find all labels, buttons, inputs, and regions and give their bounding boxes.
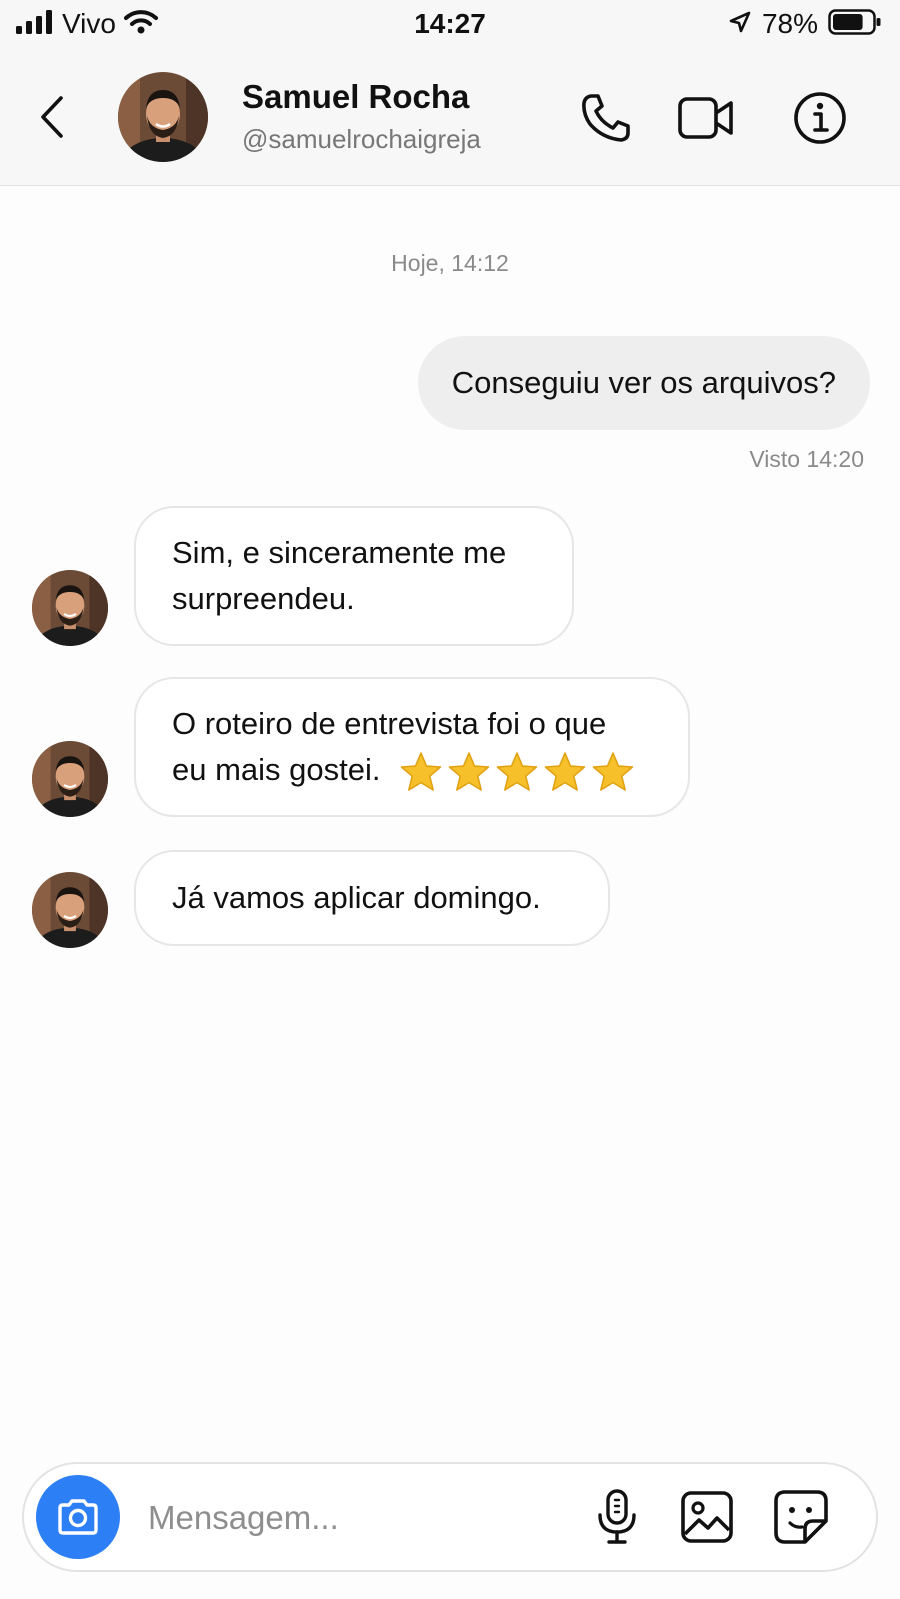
incoming-message-bubble[interactable]: O roteiro de entrevista foi o que eu mai… [134, 677, 690, 817]
star-icon [544, 752, 586, 791]
message-line: Sim, e sinceramente me [172, 535, 507, 570]
info-button[interactable] [790, 88, 850, 148]
info-icon [794, 92, 846, 144]
video-icon [678, 97, 733, 139]
contact-handle: @samuelrochaigreja [242, 124, 481, 154]
contact-name[interactable]: Samuel Rocha [242, 78, 469, 116]
call-button[interactable] [576, 88, 636, 148]
incoming-message-bubble[interactable]: Já vamos aplicar domingo. [134, 850, 610, 946]
contact-avatar[interactable] [118, 72, 208, 162]
message-composer [22, 1462, 878, 1572]
incoming-message-bubble[interactable]: Sim, e sinceramente me surpreendeu. [134, 506, 574, 646]
gallery-icon [681, 1491, 733, 1543]
voice-message-button[interactable] [586, 1486, 648, 1548]
battery-icon [828, 8, 882, 40]
message-line: O roteiro de entrevista foi o que [172, 706, 607, 741]
sender-avatar[interactable] [32, 570, 108, 646]
outgoing-message-text: Conseguiu ver os arquivos? [451, 365, 836, 400]
back-button[interactable] [34, 92, 70, 142]
sticker-button[interactable] [770, 1486, 832, 1548]
camera-button[interactable] [36, 1475, 120, 1559]
message-line: Já vamos aplicar domingo. [172, 880, 541, 915]
camera-icon [58, 1499, 98, 1535]
phone-icon [582, 94, 630, 142]
video-call-button[interactable] [676, 88, 736, 148]
location-icon [728, 10, 752, 39]
back-icon [41, 96, 63, 138]
star-icon [448, 752, 490, 791]
battery-percent: 78% [761, 8, 818, 39]
message-line: surpreendeu. [172, 581, 355, 616]
microphone-icon [598, 1489, 636, 1544]
status-right: 78% [728, 8, 882, 40]
message-line: eu mais gostei. [172, 752, 381, 787]
sender-avatar[interactable] [32, 741, 108, 817]
star-icon [496, 752, 538, 791]
star-icon [400, 752, 442, 791]
sticker-icon [774, 1490, 828, 1544]
message-line-with-stars: eu mais gostei. [172, 747, 652, 793]
date-separator: Hoje, 14:12 [391, 250, 509, 276]
gallery-button[interactable] [676, 1486, 738, 1548]
chat-header: Samuel Rocha @samuelrochaigreja [0, 48, 900, 186]
star-icon [592, 752, 634, 791]
message-input[interactable] [148, 1490, 568, 1546]
status-bar: Vivo 14:27 78% [0, 0, 900, 48]
star-rating [399, 751, 635, 793]
sender-avatar[interactable] [32, 872, 108, 948]
seen-receipt: Visto 14:20 [749, 446, 864, 472]
outgoing-message-bubble[interactable]: Conseguiu ver os arquivos? [417, 336, 870, 430]
